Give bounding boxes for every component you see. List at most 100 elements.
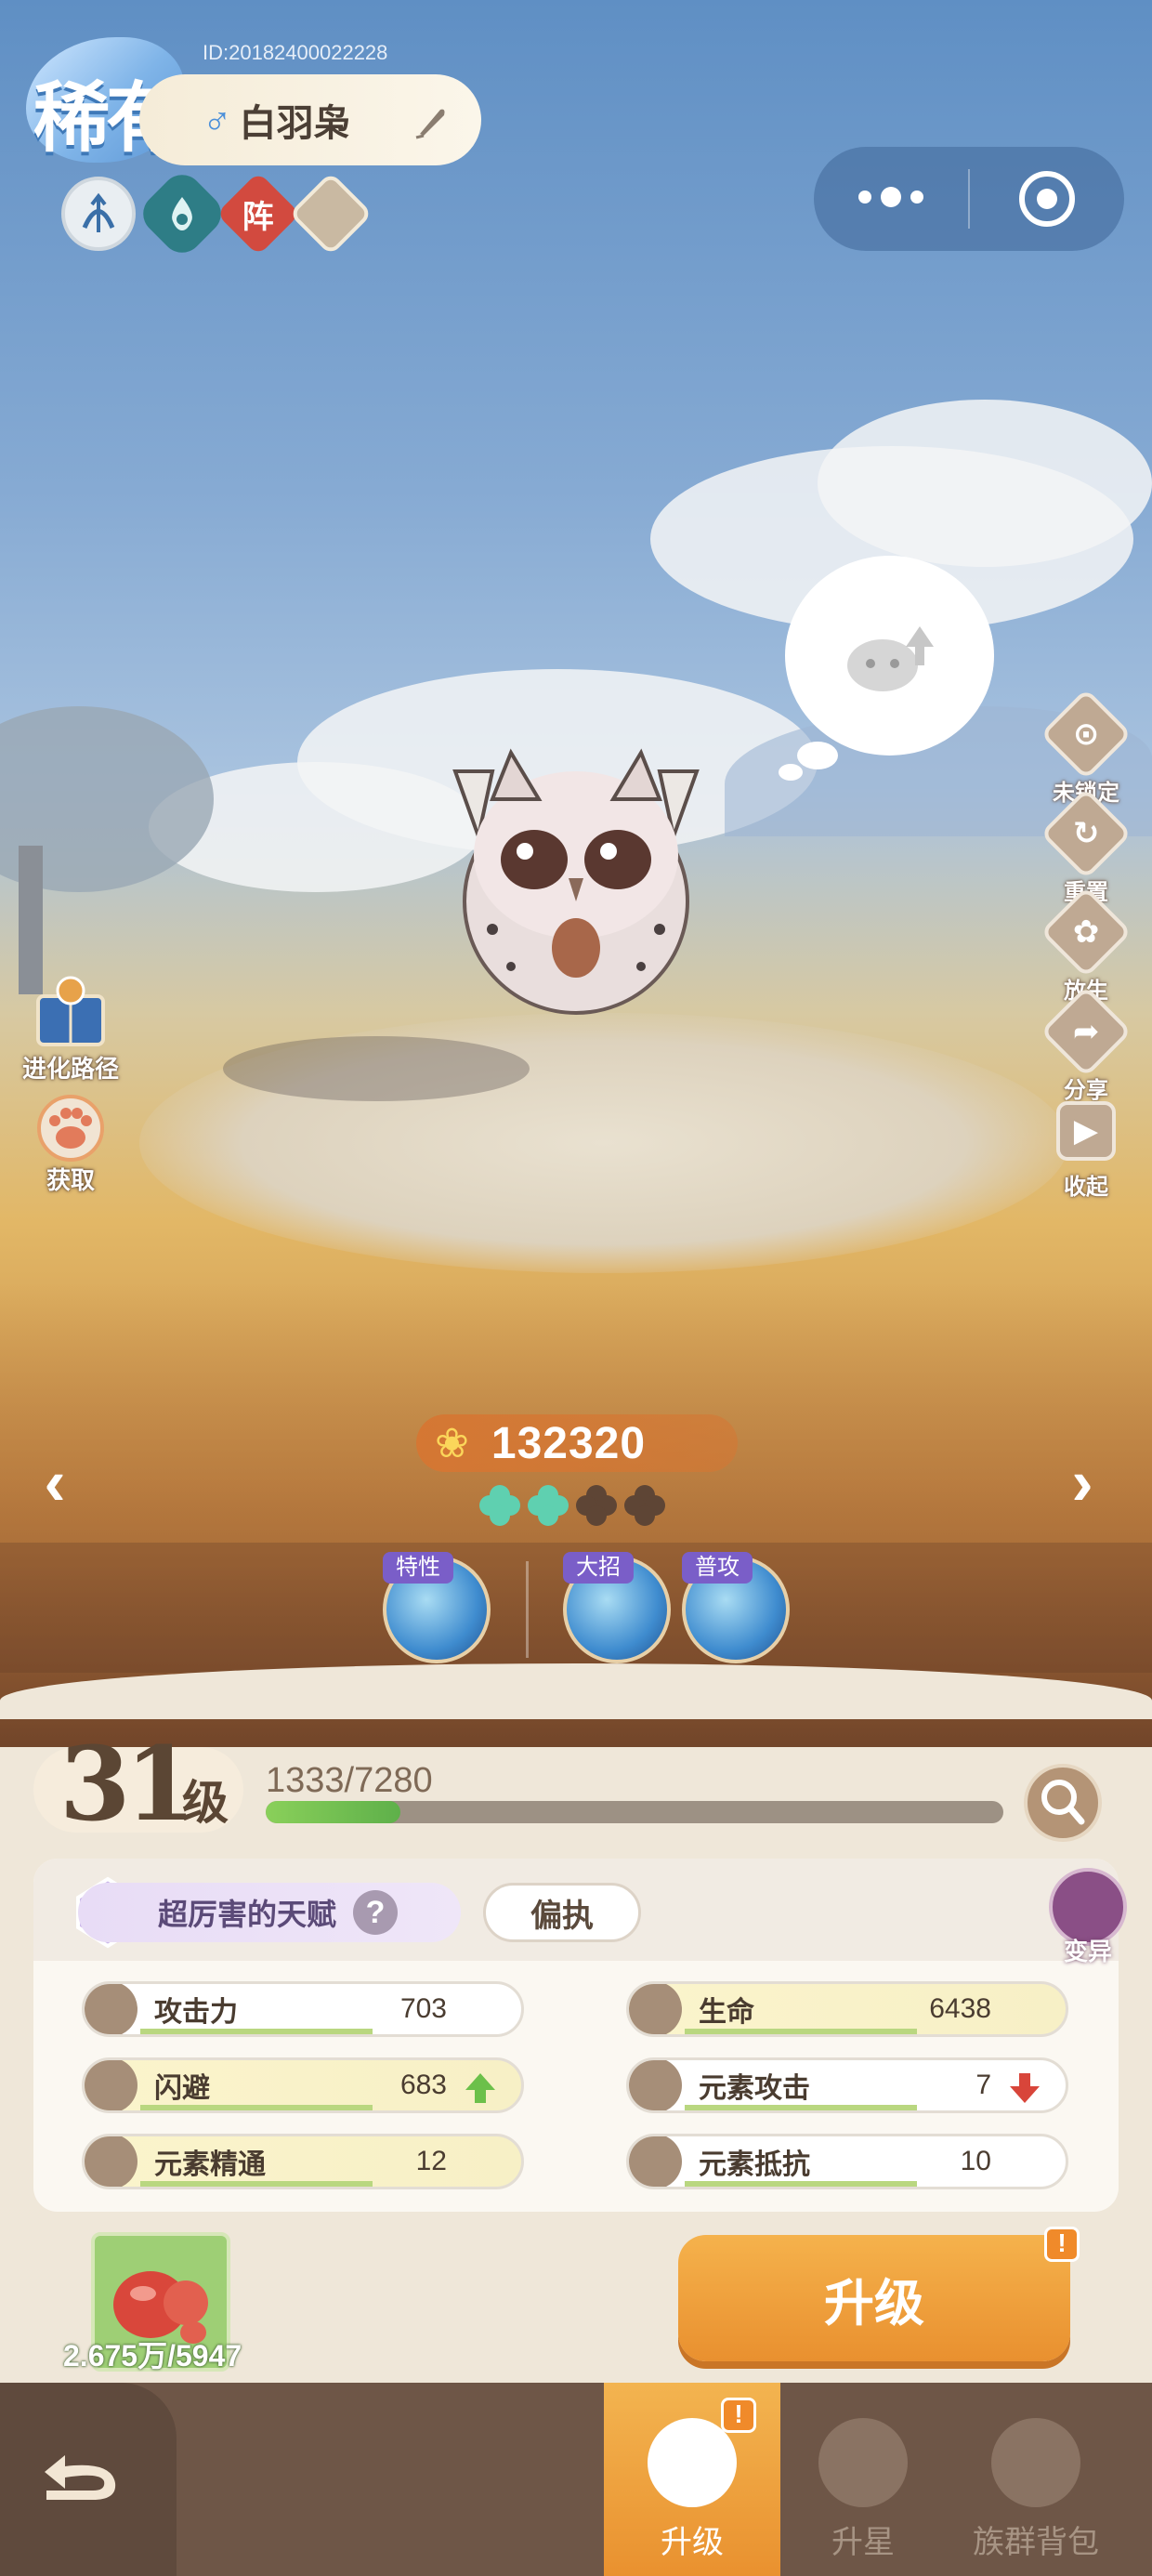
stat-attack[interactable]: 攻击力 703 [82,1981,524,2037]
trend-down-arrow-icon [1010,2073,1040,2103]
share-button[interactable]: ➦ 分享 [1035,985,1137,1104]
stat-name: 元素精通 [154,2149,266,2180]
miniprogram-capsule [814,147,1124,251]
more-dot-icon [910,191,923,204]
back-button[interactable] [0,2383,177,2576]
collapse-button[interactable]: ▶ 收起 [1035,1101,1137,1201]
more-dot-icon [881,187,901,207]
nav-upgrade-alert-badge: ! [721,2398,756,2433]
prev-pet-arrow-icon[interactable]: ‹ [22,1450,87,1515]
stat-underline [140,2029,373,2034]
talent-pill[interactable]: 超厉害的天赋 ? [78,1883,461,1942]
cat-head-icon [991,2418,1080,2507]
ultimate-skill-tag: 大招 [563,1552,634,1584]
stat-dodge[interactable]: 闪避 683 [82,2057,524,2113]
talent-label: 超厉害的天赋 [158,1898,337,1931]
stat-element-mastery[interactable]: 元素精通 12 [82,2134,524,2189]
combat-power: ❀ 132320 [416,1414,738,1472]
thought-bubble[interactable] [785,556,994,756]
nav-clan-bag-label: 族群背包 [973,2525,1099,2560]
rename-feather-icon[interactable] [412,102,450,139]
pet-name-pill[interactable]: ♂ 白羽枭 [139,74,481,165]
exp-progress-bar [266,1801,1003,1823]
pet-shadow [223,1036,530,1101]
help-question-icon[interactable]: ? [353,1890,399,1935]
cloud [818,400,1152,567]
details-search-button[interactable] [1024,1764,1102,1842]
trait-skill-tag: 特性 [383,1552,453,1584]
stat-name: 攻击力 [154,1997,238,2028]
stat-value: 7 [975,2070,991,2100]
thought-dot [797,742,838,769]
element-swirl-icon [629,2060,682,2110]
shield-icon [629,2136,682,2187]
clover-rating [478,1483,667,1528]
stat-underline [140,2181,373,2187]
stat-underline [685,2029,917,2034]
next-pet-arrow-icon[interactable]: › [1050,1450,1115,1515]
star-icon [818,2418,908,2507]
stat-value: 683 [399,2070,447,2100]
pet-name: 白羽枭 [239,103,351,144]
bow-class-icon[interactable] [61,177,136,251]
release-paw-icon: ✿ [1040,886,1132,979]
stat-name: 元素攻击 [699,2073,810,2104]
nav-clan-bag-tab[interactable]: 族群背包 [948,2383,1124,2576]
unlock-icon: ⊙ [1040,688,1132,781]
evolution-path-button[interactable]: 进化路径 [6,976,136,1084]
stats-card: 超厉害的天赋 ? 偏执 变异 攻击力 703 生命 6438 闪避 683 元素… [33,1859,1127,2212]
obtain-label: 获取 [46,1166,95,1194]
clover-empty-icon [622,1483,667,1528]
obtain-button[interactable]: 获取 [6,1087,136,1196]
share-icon: ➦ [1040,985,1132,1078]
mastery-ring-icon [85,2136,137,2187]
nav-upgrade-label: 升级 [661,2525,724,2560]
mutate-button[interactable]: 变异 [1046,1868,1130,1965]
stat-element-resist[interactable]: 元素抵抗 10 [626,2134,1068,2189]
collapse-label: 收起 [1064,1175,1108,1200]
male-gender-icon: ♂ [203,98,232,141]
nav-star-tab[interactable]: 升星 [775,2383,951,2576]
dodge-icon [85,2060,137,2110]
stat-underline [140,2105,373,2110]
more-dot-icon [858,191,871,204]
share-label: 分享 [1064,1078,1108,1103]
exp-item-count: 2.675万/5947 [63,2339,242,2372]
pet-id: ID:20182400022228 [203,41,388,64]
badge-shield-icon[interactable] [288,171,373,256]
clover-filled-icon [478,1483,522,1528]
power-paw-icon: ❀ [435,1420,469,1466]
paw-icon [37,1095,104,1162]
formation-icon[interactable]: 阵 [216,171,301,256]
close-miniprogram-button[interactable] [970,171,1124,227]
exp-text: 1333/7280 [266,1761,433,1800]
mutate-label: 变异 [1063,1938,1112,1965]
stat-underline [685,2105,917,2110]
thought-dot [779,764,803,781]
water-element-icon[interactable] [135,166,229,261]
clover-filled-icon [526,1483,570,1528]
talent-row: 超厉害的天赋 ? 偏执 变异 [33,1859,1127,1965]
upgrade-button[interactable]: 升级 [678,2235,1070,2361]
normal-attack-skill-tag: 普攻 [682,1552,753,1584]
personality-trait[interactable]: 偏执 [483,1883,641,1942]
type-icons: 阵 [61,166,373,261]
evolution-path-label: 进化路径 [21,1055,119,1083]
stat-underline [685,2181,917,2187]
stat-name: 元素抵抗 [699,2149,810,2180]
formation-char: 阵 [242,199,274,235]
pet-owl-image[interactable] [427,716,725,1022]
target-icon [1019,171,1075,227]
upgrade-button-label: 升级 [824,2275,924,2332]
stat-value: 6438 [929,1993,991,2024]
trend-up-arrow-icon [465,2073,495,2103]
stat-element-attack[interactable]: 元素攻击 7 [626,2057,1068,2113]
upgrade-alert-badge: ! [1044,2227,1080,2262]
magnifier-icon [1041,1780,1085,1825]
reset-icon: ↻ [1040,787,1132,880]
stat-health[interactable]: 生命 6438 [626,1981,1068,2037]
stat-value: 10 [960,2146,991,2176]
heart-plus-icon [629,1984,682,2034]
more-menu-button[interactable] [814,187,968,207]
skills-divider [526,1561,529,1658]
